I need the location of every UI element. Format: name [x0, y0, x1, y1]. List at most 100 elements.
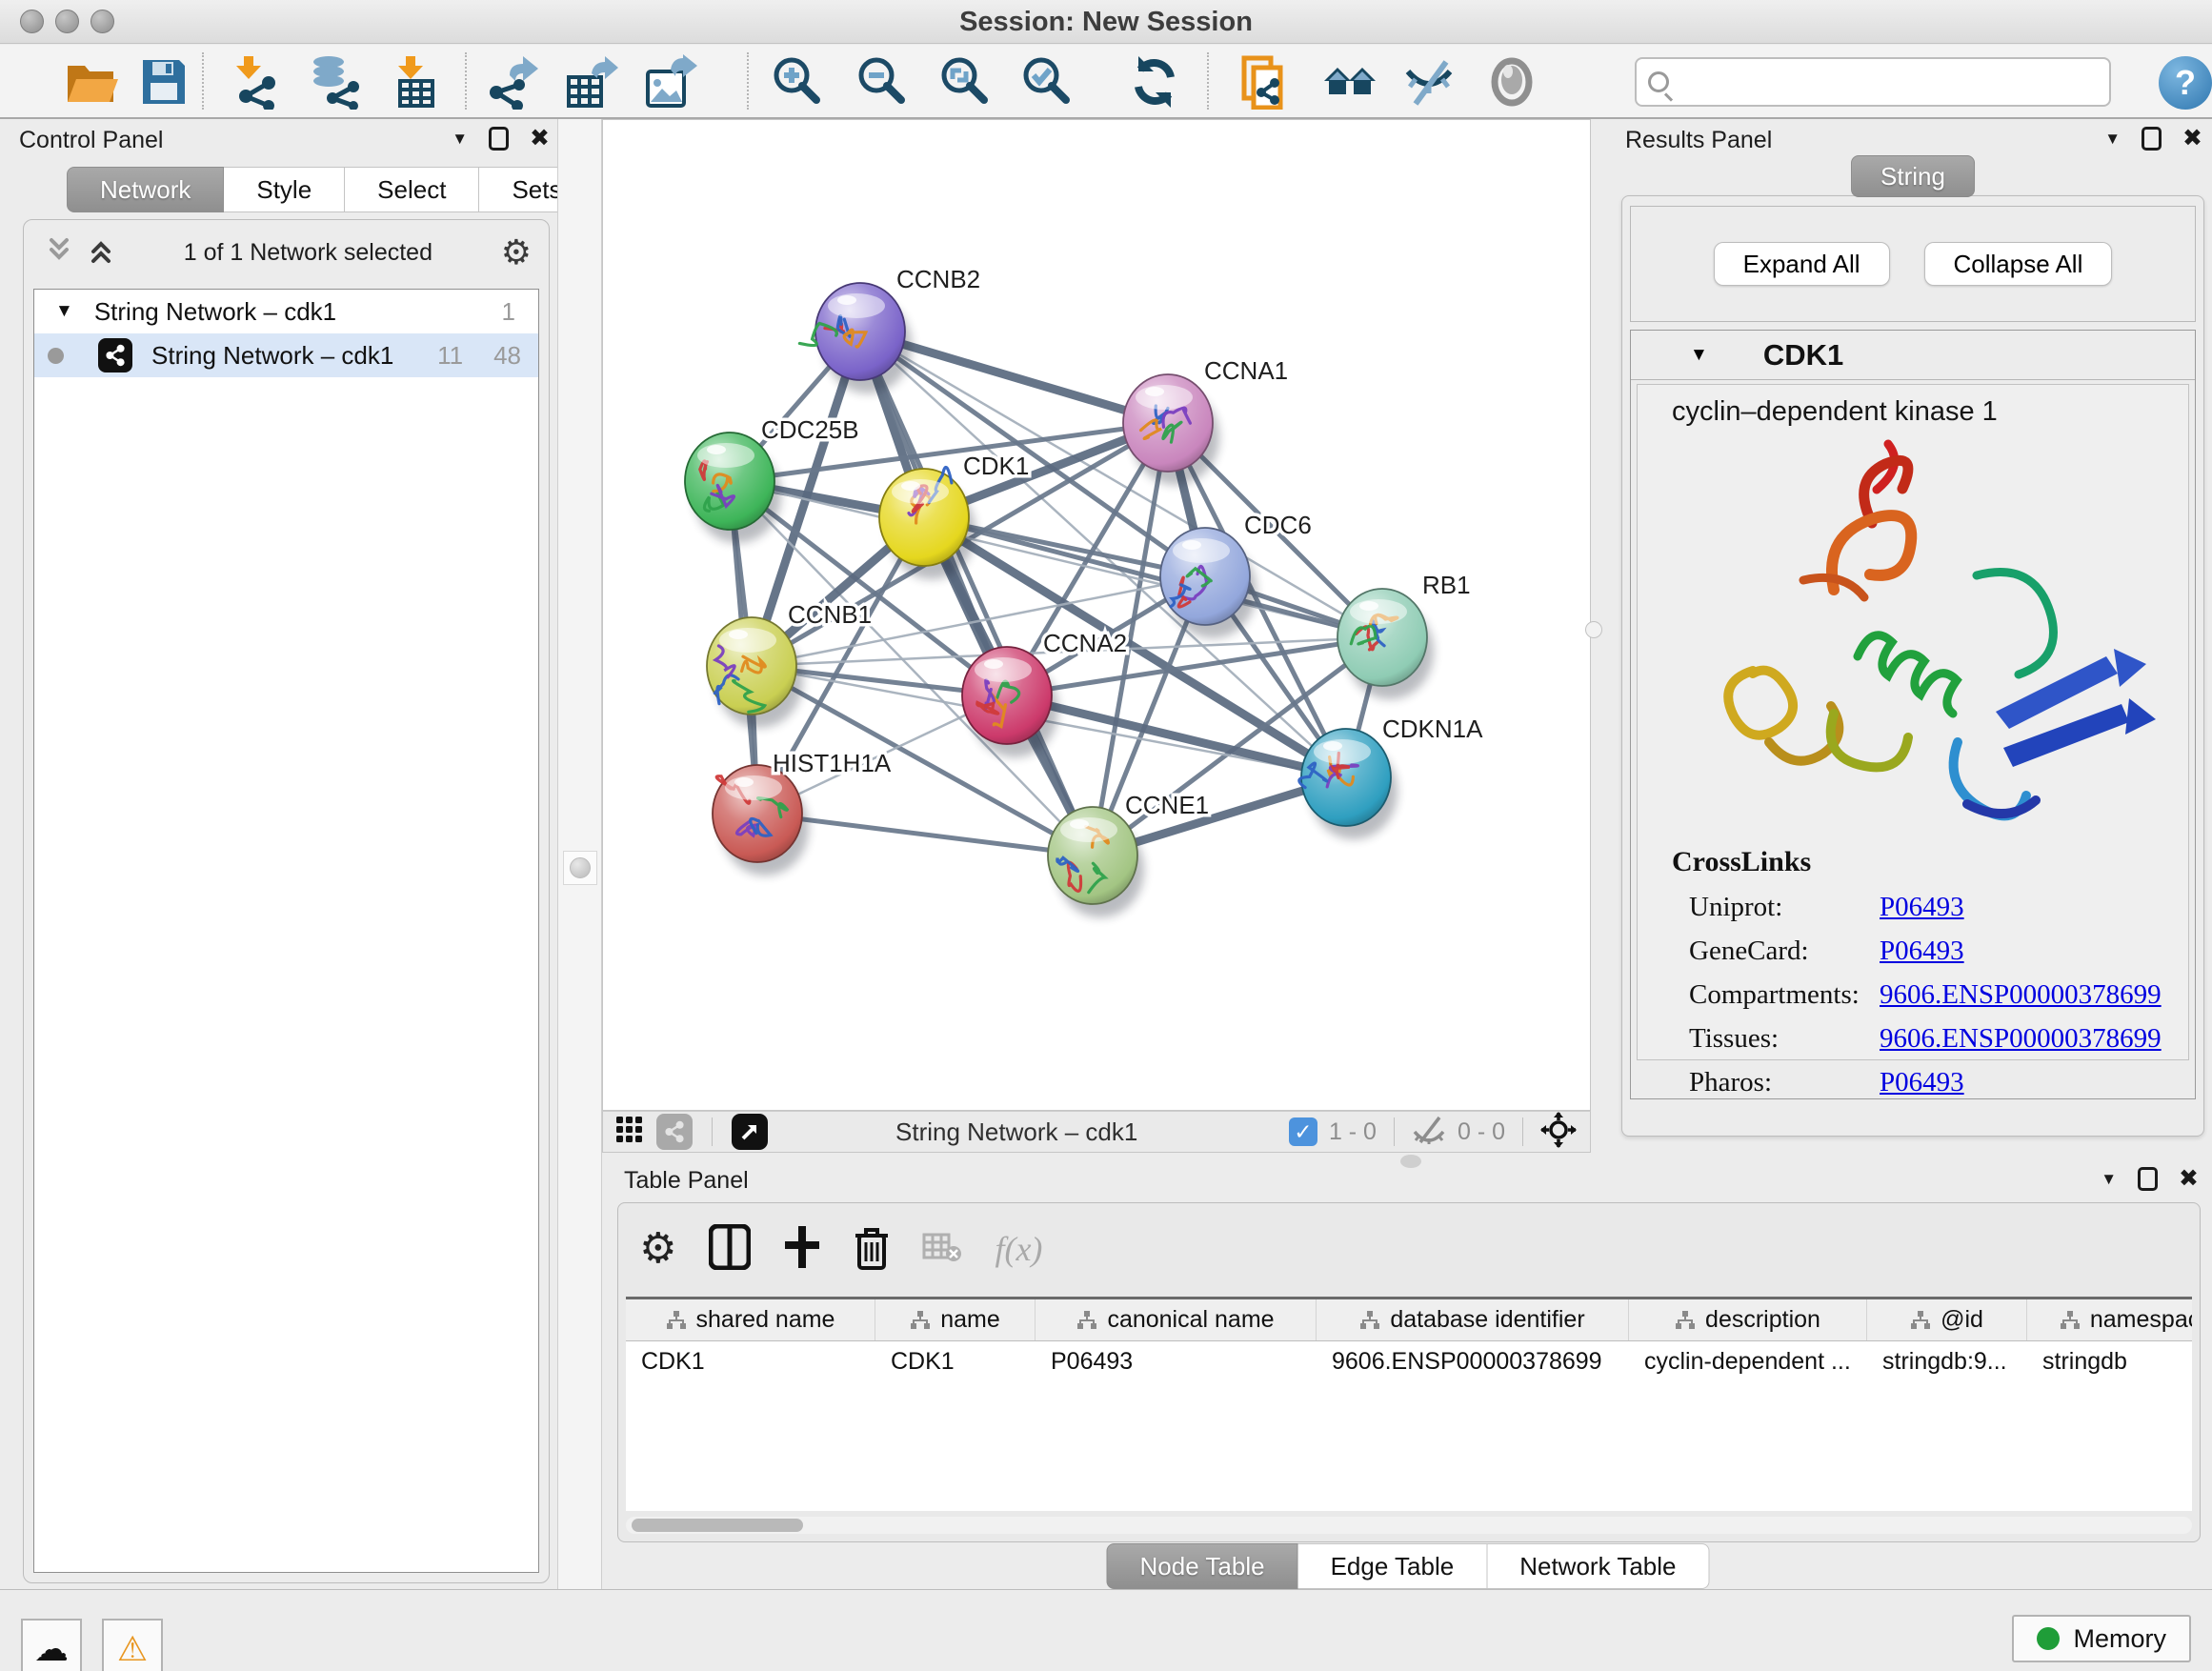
add-column-icon[interactable] [783, 1224, 821, 1275]
table-box: ⚙ f(x) shared namenamecanonical namedata… [617, 1202, 2201, 1542]
export-image-icon[interactable] [640, 52, 699, 111]
table-cell: stringdb:9... [1867, 1341, 2027, 1381]
collection-expand-icon[interactable]: ▼ [55, 301, 73, 322]
network-node-HIST1H1A[interactable] [713, 765, 809, 876]
save-icon[interactable] [133, 52, 192, 111]
warnings-button[interactable]: ⚠ [102, 1619, 163, 1671]
fit-crosshair-icon[interactable] [1540, 1112, 1577, 1153]
tab-edge-table[interactable]: Edge Table [1298, 1543, 1488, 1589]
table-row[interactable]: CDK1CDK1P064939606.ENSP00000378699cyclin… [626, 1341, 2192, 1381]
toolbar-divider [1207, 52, 1209, 110]
network-row[interactable]: String Network – cdk1 11 48 [34, 333, 538, 377]
crosslink-row: Pharos:P06493 [1672, 1067, 2188, 1097]
crosslinks-list: Uniprot:P06493GeneCard:P06493Compartment… [1672, 892, 2188, 1097]
table-settings-gear-icon[interactable]: ⚙ [639, 1228, 676, 1270]
zoom-selected-icon[interactable] [1016, 52, 1076, 111]
table-horizontal-scrollbar[interactable] [626, 1517, 2192, 1534]
panel-menu-icon[interactable]: ▼ [2101, 1170, 2117, 1189]
tab-network[interactable]: Network [67, 167, 224, 212]
collapse-all-button[interactable]: Collapse All [1924, 242, 2113, 286]
network-graph[interactable]: CCNB2CCNA1CDC25BCDK1CDC6RB1CCNB1CCNA2CDK… [603, 120, 1590, 1110]
hide-panel-icon[interactable] [1400, 52, 1459, 111]
network-node-RB1[interactable] [1337, 589, 1434, 699]
network-node-CCNB2[interactable] [799, 283, 912, 393]
network-node-CCNA1[interactable] [1123, 374, 1219, 485]
memory-button[interactable]: Memory [2012, 1615, 2191, 1662]
node-table[interactable]: shared namenamecanonical namedatabase id… [626, 1297, 2192, 1511]
network-node-CDC25B[interactable] [685, 433, 781, 543]
crosslink-link[interactable]: P06493 [1880, 892, 1964, 922]
gene-collapse-icon[interactable]: ▼ [1690, 345, 1708, 366]
tab-select[interactable]: Select [345, 167, 479, 212]
splitter-grip-right[interactable] [1585, 621, 1602, 638]
home-pages-icon[interactable] [1320, 52, 1379, 111]
zoom-in-icon[interactable] [767, 52, 826, 111]
search-input[interactable] [1677, 68, 2109, 96]
panel-menu-icon[interactable]: ▼ [2104, 130, 2121, 149]
expand-all-button[interactable]: Expand All [1714, 242, 1890, 286]
crosslink-link[interactable]: P06493 [1880, 936, 1964, 966]
crosslink-link[interactable]: 9606.ENSP00000378699 [1880, 1023, 2162, 1054]
import-network-database-icon[interactable] [306, 52, 365, 111]
network-node-CDKN1A[interactable] [1299, 729, 1398, 839]
window-title: Session: New Session [0, 7, 2212, 38]
column-header-@id[interactable]: @id [1867, 1299, 2027, 1340]
share-document-icon[interactable] [1235, 52, 1294, 111]
hidden-items-eye-icon[interactable] [1412, 1116, 1446, 1149]
network-view-share-icon[interactable] [656, 1114, 693, 1150]
tab-style[interactable]: Style [224, 167, 345, 212]
open-folder-icon[interactable] [61, 52, 120, 111]
network-node-count: 11 [437, 341, 463, 371]
panel-float-icon[interactable] [2138, 1167, 2158, 1191]
export-table-icon[interactable] [561, 52, 620, 111]
protein-structure-image [1681, 428, 2158, 828]
export-network-icon[interactable] [483, 52, 542, 111]
table-cell: P06493 [1036, 1341, 1317, 1381]
refresh-icon[interactable] [1125, 52, 1184, 111]
tab-node-table[interactable]: Node Table [1107, 1543, 1298, 1589]
panel-menu-icon[interactable]: ▼ [452, 130, 468, 149]
panel-splitter[interactable] [557, 119, 602, 1589]
crosslink-link[interactable]: 9606.ENSP00000378699 [1880, 979, 2162, 1010]
tab-network-table[interactable]: Network Table [1487, 1543, 1709, 1589]
network-options-gear-icon[interactable]: ⚙ [501, 235, 532, 270]
import-network-icon[interactable] [231, 52, 290, 111]
collapse-all-networks-icon[interactable] [45, 236, 73, 270]
import-table-icon[interactable] [387, 52, 446, 111]
tab-string[interactable]: String [1851, 155, 1975, 197]
network-node-CCNA2[interactable] [962, 647, 1058, 757]
birds-eye-view-icon[interactable] [732, 1114, 768, 1150]
panel-close-icon[interactable]: ✖ [2182, 127, 2202, 151]
panel-float-icon[interactable] [489, 127, 509, 151]
panel-float-icon[interactable] [2142, 127, 2162, 151]
column-header-namespace[interactable]: namespace [2027, 1299, 2192, 1340]
column-header-database-identifier[interactable]: database identifier [1317, 1299, 1629, 1340]
gene-card-header[interactable]: ▼ CDK1 [1631, 331, 2195, 380]
column-header-canonical-name[interactable]: canonical name [1036, 1299, 1317, 1340]
network-canvas[interactable]: CCNB2CCNA1CDC25BCDK1CDC6RB1CCNB1CCNA2CDK… [602, 119, 1591, 1111]
column-header-name[interactable]: name [875, 1299, 1036, 1340]
panel-close-icon[interactable]: ✖ [530, 127, 550, 151]
help-icon[interactable]: ? [2159, 56, 2212, 110]
show-columns-icon[interactable] [709, 1224, 751, 1275]
crosslink-label: Tissues: [1672, 1023, 1880, 1054]
network-node-CCNE1[interactable] [1048, 807, 1144, 917]
delete-column-trash-icon[interactable] [854, 1224, 890, 1275]
grid-view-icon[interactable] [616, 1117, 643, 1148]
crosslink-row: GeneCard:P06493 [1672, 936, 2188, 966]
zoom-out-icon[interactable] [852, 52, 911, 111]
column-header-description[interactable]: description [1629, 1299, 1867, 1340]
search-field[interactable] [1635, 57, 2111, 107]
scrollbar-thumb[interactable] [632, 1519, 803, 1532]
lens-icon[interactable] [1482, 52, 1541, 111]
selected-nodes-checkbox-icon[interactable]: ✓ [1289, 1117, 1317, 1146]
panel-close-icon[interactable]: ✖ [2179, 1167, 2199, 1191]
network-node-CDK1[interactable] [879, 467, 975, 579]
cloud-services-button[interactable]: ☁ [21, 1619, 82, 1671]
crosslink-link[interactable]: P06493 [1880, 1067, 1964, 1097]
column-header-shared-name[interactable]: shared name [626, 1299, 875, 1340]
splitter-grip[interactable] [563, 851, 597, 885]
network-collection-row[interactable]: ▼ String Network – cdk1 1 [34, 290, 538, 333]
expand-all-networks-icon[interactable] [87, 236, 115, 270]
zoom-fit-icon[interactable] [935, 52, 994, 111]
